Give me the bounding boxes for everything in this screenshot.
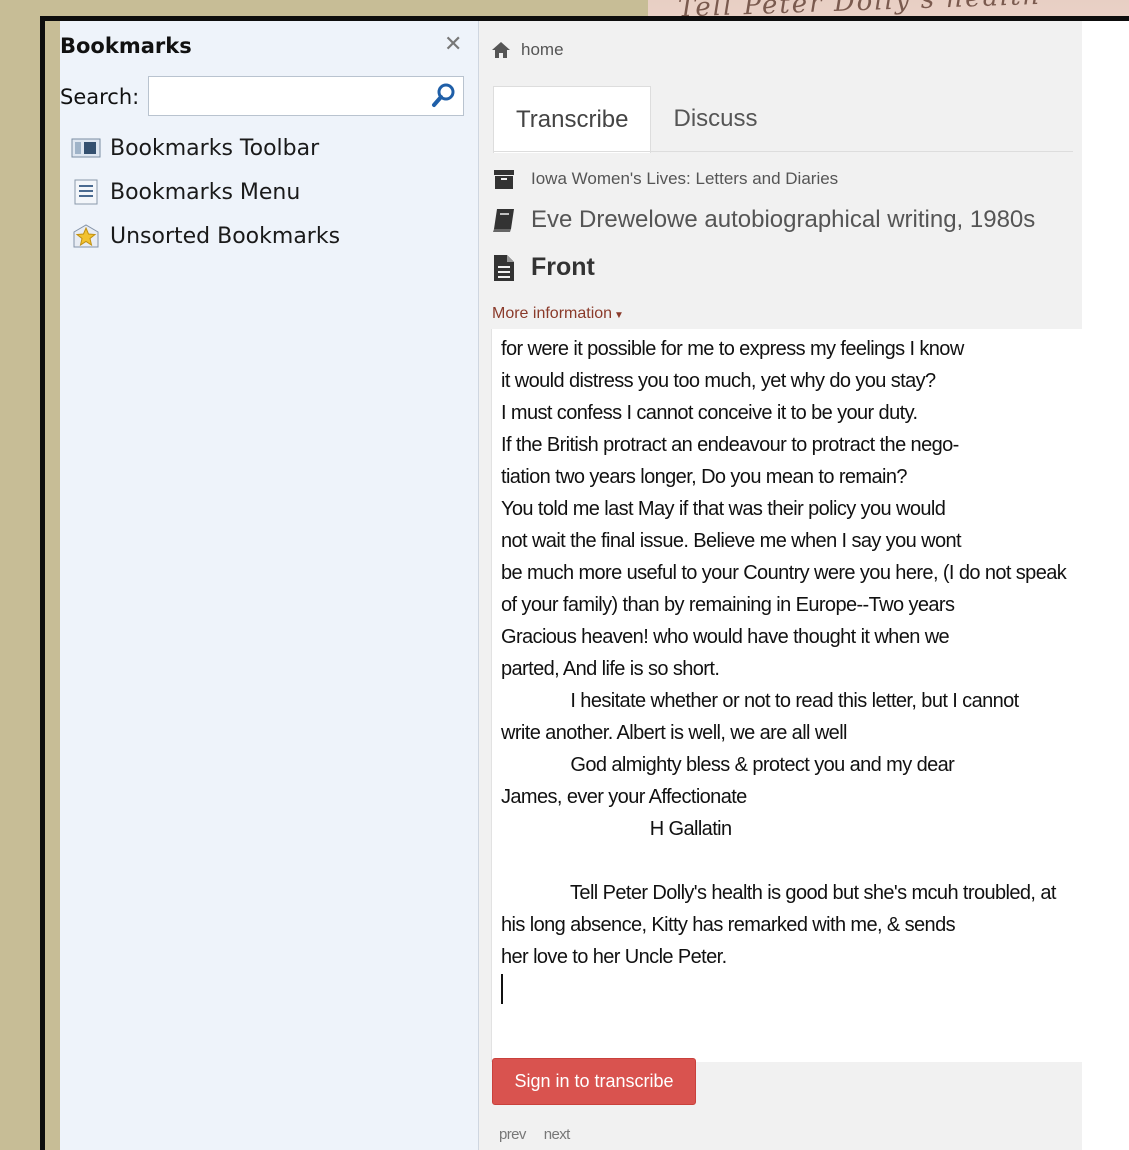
next-link[interactable]: next — [544, 1126, 571, 1143]
sidebar-item-unsorted-bookmarks[interactable]: Unsorted Bookmarks — [70, 219, 340, 253]
frame-edge — [45, 21, 60, 1150]
transcription-line: God almighty bless & protect you and my … — [501, 754, 955, 776]
transcription-line: H Gallatin — [501, 818, 732, 840]
transcription-line: write another. Albert is well, we are al… — [501, 722, 848, 744]
sidebar-item-label: Unsorted Bookmarks — [110, 223, 341, 249]
breadcrumb[interactable]: home — [491, 40, 564, 60]
text-cursor — [501, 974, 503, 1004]
transcription-line — [501, 845, 1129, 877]
transcription-line: I must confess I cannot conceive it to b… — [501, 402, 918, 424]
archive-box-icon — [491, 166, 517, 192]
bookmarks-menu-icon — [70, 179, 102, 205]
sidebar-item-bookmarks-menu[interactable]: Bookmarks Menu — [70, 175, 300, 209]
prev-link[interactable]: prev — [499, 1126, 526, 1143]
transcription-textarea[interactable]: for were it possible for me to express m… — [491, 329, 1129, 1062]
page-row: Front — [491, 253, 595, 282]
screenshot-frame: Bookmarks ✕ Search: Bookmarks Toolbar Bo… — [40, 16, 1129, 1150]
transcription-line: of your family) than by remaining in Eur… — [501, 594, 955, 616]
chevron-down-icon: ▼ — [614, 310, 624, 321]
pager: prev next — [499, 1126, 588, 1143]
home-icon — [492, 42, 510, 58]
breadcrumb-home[interactable]: home — [521, 40, 564, 60]
transcription-line: James, ever your Affectionate — [501, 786, 747, 808]
transcription-line: You told me last May if that was their p… — [501, 498, 946, 520]
transcription-line: be much more useful to your Country were… — [501, 562, 1067, 584]
document-icon — [491, 254, 517, 281]
item-title[interactable]: Eve Drewelowe autobiographical writing, … — [531, 206, 1035, 234]
sidebar-item-label: Bookmarks Toolbar — [110, 135, 320, 161]
close-icon[interactable]: ✕ — [444, 31, 462, 57]
collection-title[interactable]: Iowa Women's Lives: Letters and Diaries — [531, 169, 838, 189]
sign-in-button[interactable]: Sign in to transcribe — [492, 1058, 696, 1105]
transcription-line: her love to her Uncle Peter. — [501, 946, 727, 968]
transcription-line: not wait the final issue. Believe me whe… — [501, 530, 962, 552]
tab-divider — [493, 151, 1073, 152]
search-icon[interactable] — [431, 82, 457, 108]
search-box[interactable] — [148, 76, 464, 116]
sidebar-item-bookmarks-toolbar[interactable]: Bookmarks Toolbar — [70, 131, 319, 165]
transcription-line: for were it possible for me to express m… — [501, 338, 964, 360]
transcription-line: parted, And life is so short. — [501, 658, 720, 680]
tab-transcribe[interactable]: Transcribe — [493, 86, 652, 153]
transcription-line: Tell Peter Dolly's health is good but sh… — [501, 882, 1056, 904]
sidebar-item-label: Bookmarks Menu — [110, 179, 301, 205]
transcription-line: it would distress you too much, yet why … — [501, 370, 936, 392]
transcription-line: I hesitate whether or not to read this l… — [501, 690, 1019, 712]
more-information-toggle[interactable]: More information ▼ — [492, 305, 624, 323]
page-title: Front — [531, 253, 595, 281]
search-input[interactable] — [149, 77, 427, 115]
transcription-line: If the British protract an endeavour to … — [501, 434, 959, 456]
book-icon — [491, 207, 517, 233]
transcription-line: Gracious heaven! who would have thought … — [501, 626, 950, 648]
sidebar-title: Bookmarks — [60, 34, 192, 58]
item-row[interactable]: Eve Drewelowe autobiographical writing, … — [491, 206, 1035, 234]
more-information-label: More information — [492, 305, 613, 322]
search-label: Search: — [60, 85, 140, 109]
unsorted-bookmarks-icon — [70, 223, 102, 249]
transcription-line: his long absence, Kitty has remarked wit… — [501, 914, 956, 936]
bookmarks-sidebar: Bookmarks ✕ Search: Bookmarks Toolbar Bo… — [60, 21, 479, 1150]
tab-bar: Transcribe Discuss — [493, 86, 780, 153]
transcription-panel: home Transcribe Discuss Iowa Women's Liv… — [479, 21, 1129, 1150]
transcription-line: tiation two years longer, Do you mean to… — [501, 466, 907, 488]
tab-discuss[interactable]: Discuss — [651, 86, 779, 152]
bookmarks-toolbar-icon — [70, 135, 102, 161]
collection-row[interactable]: Iowa Women's Lives: Letters and Diaries — [491, 166, 838, 192]
